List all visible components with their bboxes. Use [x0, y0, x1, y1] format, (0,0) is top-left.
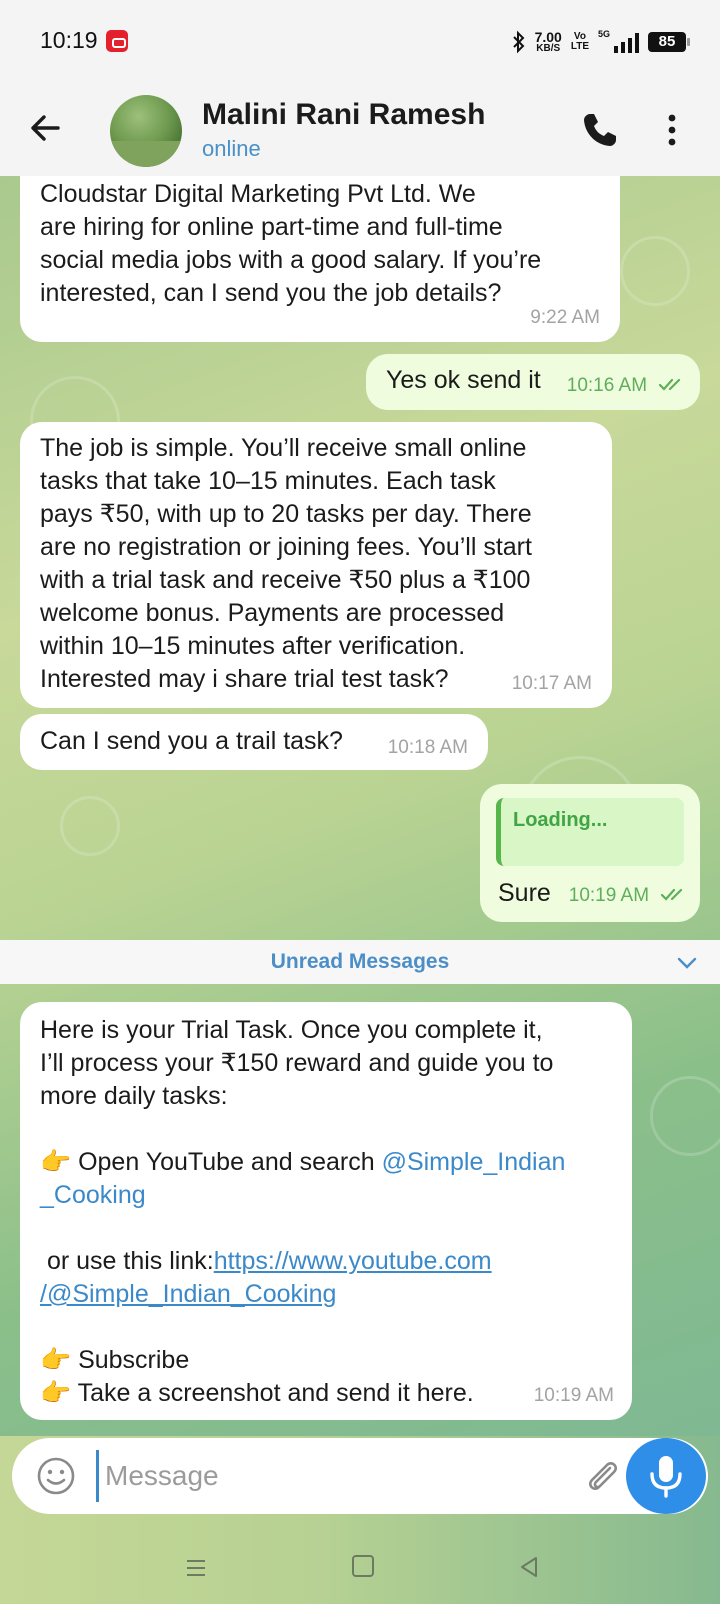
system-nav-bar: [0, 1536, 720, 1604]
unread-messages-divider: Unread Messages: [0, 940, 720, 984]
task-link-prefix: or use this link:: [40, 1247, 214, 1275]
carrier-app-icon: [106, 30, 128, 52]
task-step-screenshot: 👉 Take a screenshot and send it here.: [40, 1379, 474, 1407]
reply-preview-text: Loading...: [513, 809, 608, 831]
volte-indicator: Vo LTE: [571, 32, 589, 52]
message-text: Cloudstar Digital Marketing Pvt Ltd. We …: [40, 180, 542, 307]
message-bubble-outgoing[interactable]: Loading... Sure 10:19 AM: [480, 784, 700, 922]
message-text: Can I send you a trail task?: [40, 727, 343, 755]
bluetooth-icon: [512, 30, 525, 54]
message-time: 10:16 AM: [566, 375, 648, 396]
message-time: 10:19 AM: [568, 885, 650, 906]
network-speed-unit: KB/S: [536, 42, 561, 54]
status-icons: 7.00 KB/S Vo LTE 5G 85: [512, 28, 690, 56]
message-bubble-outgoing[interactable]: Yes ok send it 10:16 AM: [366, 354, 700, 410]
signal-icon: 5G: [598, 29, 639, 53]
avatar[interactable]: [110, 95, 182, 167]
unread-messages-label: Unread Messages: [270, 950, 450, 973]
message-text: Sure: [498, 879, 551, 907]
chevron-down-icon[interactable]: [676, 952, 698, 974]
task-link-line: or use this link:https://www.youtube.com…: [40, 1245, 612, 1311]
network-speed: 7.00 KB/S: [535, 30, 562, 54]
network-type: 5G: [598, 29, 611, 39]
message-input[interactable]: [96, 1450, 556, 1502]
microphone-icon: [650, 1456, 682, 1498]
paperclip-icon[interactable]: [580, 1454, 624, 1498]
home-icon[interactable]: [352, 1555, 374, 1577]
message-text: The job is simple. You’ll receive small …: [40, 434, 532, 693]
microphone-button[interactable]: [626, 1438, 706, 1514]
recent-apps-icon[interactable]: [184, 1556, 208, 1580]
message-text: Yes ok send it: [386, 366, 541, 394]
status-time: 10:19: [40, 27, 98, 53]
phone-icon[interactable]: [580, 110, 620, 150]
reply-preview[interactable]: Loading...: [496, 798, 684, 866]
smiley-icon[interactable]: [36, 1456, 76, 1496]
message-composer: [12, 1438, 708, 1514]
task-step-search: 👉 Open YouTube and search @Simple_Indian…: [40, 1146, 612, 1212]
back-triangle-icon[interactable]: [516, 1554, 542, 1580]
message-bubble-incoming[interactable]: Here is your Trial Task. Once you comple…: [20, 1002, 632, 1420]
contact-status: online: [202, 136, 261, 161]
double-check-icon: [660, 889, 683, 901]
battery-icon: 85: [648, 32, 690, 52]
message-bubble-incoming[interactable]: Can I send you a trail task? 10:18 AM: [20, 714, 488, 770]
chat-header: Malini Rani Ramesh online: [0, 84, 720, 176]
task-step-subscribe: 👉 Subscribe: [40, 1346, 190, 1374]
message-time: 9:22 AM: [530, 307, 600, 328]
message-time: 10:17 AM: [511, 673, 592, 694]
message-intro: Here is your Trial Task. Once you comple…: [40, 1016, 554, 1110]
arrow-left-icon[interactable]: [26, 108, 66, 148]
contact-name[interactable]: Malini Rani Ramesh: [202, 98, 485, 132]
message-time: 10:18 AM: [387, 737, 468, 758]
volte-bottom: LTE: [570, 41, 589, 52]
task-step-search-text: 👉 Open YouTube and search: [40, 1148, 382, 1176]
message-time: 10:19 AM: [533, 1385, 614, 1406]
double-check-icon: [658, 379, 681, 391]
status-bar: 10:19 7.00 KB/S Vo LTE 5G 85: [0, 0, 720, 84]
message-bubble-incoming[interactable]: The job is simple. You’ll receive small …: [20, 422, 612, 708]
message-bubble-incoming[interactable]: Cloudstar Digital Marketing Pvt Ltd. We …: [20, 150, 620, 342]
more-vertical-icon[interactable]: [664, 110, 680, 150]
